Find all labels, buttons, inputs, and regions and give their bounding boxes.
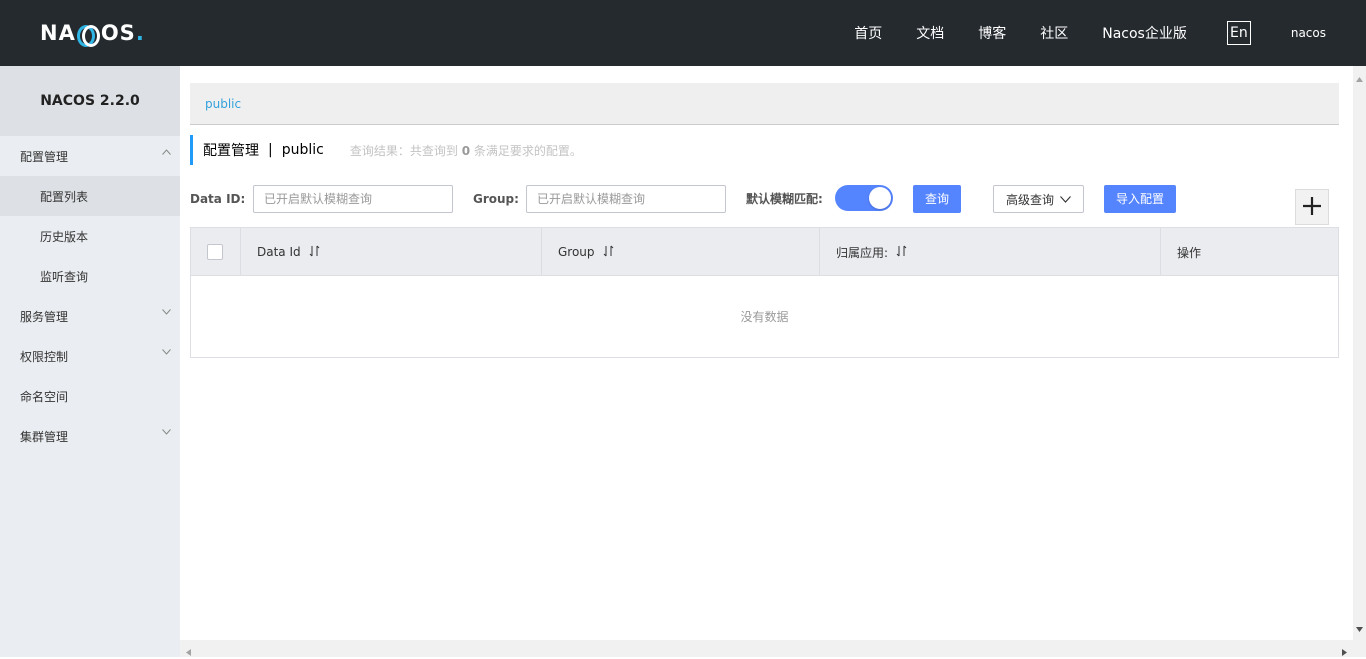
query-result-count: 0 [461,143,471,158]
filter-row: Data ID: Group: 默认模糊匹配: 查询 高级查询 导入配置 [190,185,1339,213]
namespace-link-public[interactable]: public [205,97,241,111]
chevron-up-icon [162,149,171,157]
sidebar: NACOS 2.2.0 配置管理 配置列表 历史版本 监听查询 服务管理 权限控… [0,66,180,657]
sidebar-item-label: 集群管理 [20,429,69,444]
column-label: Data Id [257,245,301,259]
group-label: Group: [473,192,519,206]
sidebar-item-config-list[interactable]: 配置列表 [0,176,180,216]
scroll-up-arrow-icon[interactable] [1356,71,1363,85]
fuzzy-match-toggle[interactable] [835,185,893,211]
top-nav: 首页 文档 博客 社区 Nacos企业版 En nacos [854,0,1366,66]
column-label: 归属应用: [836,245,889,260]
query-result-text: 查询结果：共查询到 0 条满足要求的配置。 [350,142,582,159]
vertical-scrollbar[interactable] [1353,66,1366,640]
sidebar-item-listener-query[interactable]: 监听查询 [0,256,180,296]
column-group[interactable]: Group [542,228,820,276]
page-heading: 配置管理 | public 查询结果：共查询到 0 条满足要求的配置。 [190,135,582,165]
data-id-input[interactable] [253,185,453,213]
query-result-suffix: 条满足要求的配置。 [473,143,582,158]
logo-text-end: OS [100,21,136,45]
scrollbar-corner [1353,640,1366,657]
sidebar-item-label: 权限控制 [20,349,69,364]
table-header: Data Id Group 归属应用: 操作 [191,228,1338,276]
empty-state-text: 没有数据 [740,310,789,324]
select-all-cell [191,228,241,276]
page-title: 配置管理 [203,143,259,159]
language-switch-button[interactable]: En [1226,21,1251,45]
advanced-query-label: 高级查询 [1006,192,1055,207]
column-actions: 操作 [1161,228,1338,276]
namespace-bar: public [190,83,1339,125]
sort-icon[interactable] [309,245,320,260]
horizontal-scrollbar[interactable] [180,640,1353,657]
scroll-down-arrow-icon[interactable] [1356,621,1363,635]
nav-docs[interactable]: 文档 [916,23,944,43]
column-label: 操作 [1177,245,1202,260]
logo-text-start: NA [40,21,76,45]
chevron-down-icon [162,309,171,317]
sidebar-item-history[interactable]: 历史版本 [0,216,180,256]
sidebar-item-cluster-management[interactable]: 集群管理 [0,416,180,456]
top-header: NA OS. 首页 文档 博客 社区 Nacos企业版 En nacos [0,0,1366,66]
nav-community[interactable]: 社区 [1040,23,1068,43]
sidebar-item-label: 配置管理 [20,149,69,164]
nav-home[interactable]: 首页 [854,23,882,43]
sidebar-item-label: 历史版本 [40,229,89,244]
data-id-label: Data ID: [190,192,246,206]
sidebar-item-config-management[interactable]: 配置管理 [0,136,180,176]
nav-blog[interactable]: 博客 [978,23,1006,43]
sidebar-item-label: 服务管理 [20,309,69,324]
query-result-prefix: 查询结果：共查询到 [349,143,458,158]
plus-icon [1302,196,1322,219]
column-label: Group [558,245,595,259]
user-name[interactable]: nacos [1291,26,1326,40]
sort-icon[interactable] [896,245,907,260]
advanced-query-button[interactable]: 高级查询 [993,185,1085,213]
nacos-logo[interactable]: NA OS. [40,20,145,47]
logo-dot-icon: . [135,21,145,45]
select-all-checkbox[interactable] [207,244,223,260]
import-config-button[interactable]: 导入配置 [1104,185,1177,213]
sidebar-item-service-management[interactable]: 服务管理 [0,296,180,336]
sort-icon[interactable] [603,245,614,260]
sidebar-item-access-control[interactable]: 权限控制 [0,336,180,376]
table-body: 没有数据 [191,276,1338,357]
add-config-button[interactable] [1295,189,1329,225]
chevron-down-icon [1060,192,1071,206]
column-data-id[interactable]: Data Id [241,228,542,276]
group-input[interactable] [526,185,726,213]
fuzzy-match-label: 默认模糊匹配: [746,192,823,206]
toggle-knob [869,187,891,209]
column-app[interactable]: 归属应用: [820,228,1161,276]
config-table: Data Id Group 归属应用: 操作 没有数据 [190,227,1339,358]
heading-separator: | [268,142,273,158]
search-button[interactable]: 查询 [913,185,962,213]
main-content: public 配置管理 | public 查询结果：共查询到 0 条满足要求的配… [180,66,1353,640]
chevron-down-icon [162,349,171,357]
sidebar-item-namespace[interactable]: 命名空间 [0,376,180,416]
chevron-down-icon [162,429,171,437]
sidebar-item-label: 命名空间 [20,389,69,404]
nav-enterprise[interactable]: Nacos企业版 [1102,23,1187,43]
sidebar-item-label: 监听查询 [40,269,89,284]
sidebar-item-label: 配置列表 [40,189,89,204]
logo-infinity-icon [76,25,100,47]
heading-namespace: public [281,142,324,158]
product-version-title: NACOS 2.2.0 [0,66,180,136]
